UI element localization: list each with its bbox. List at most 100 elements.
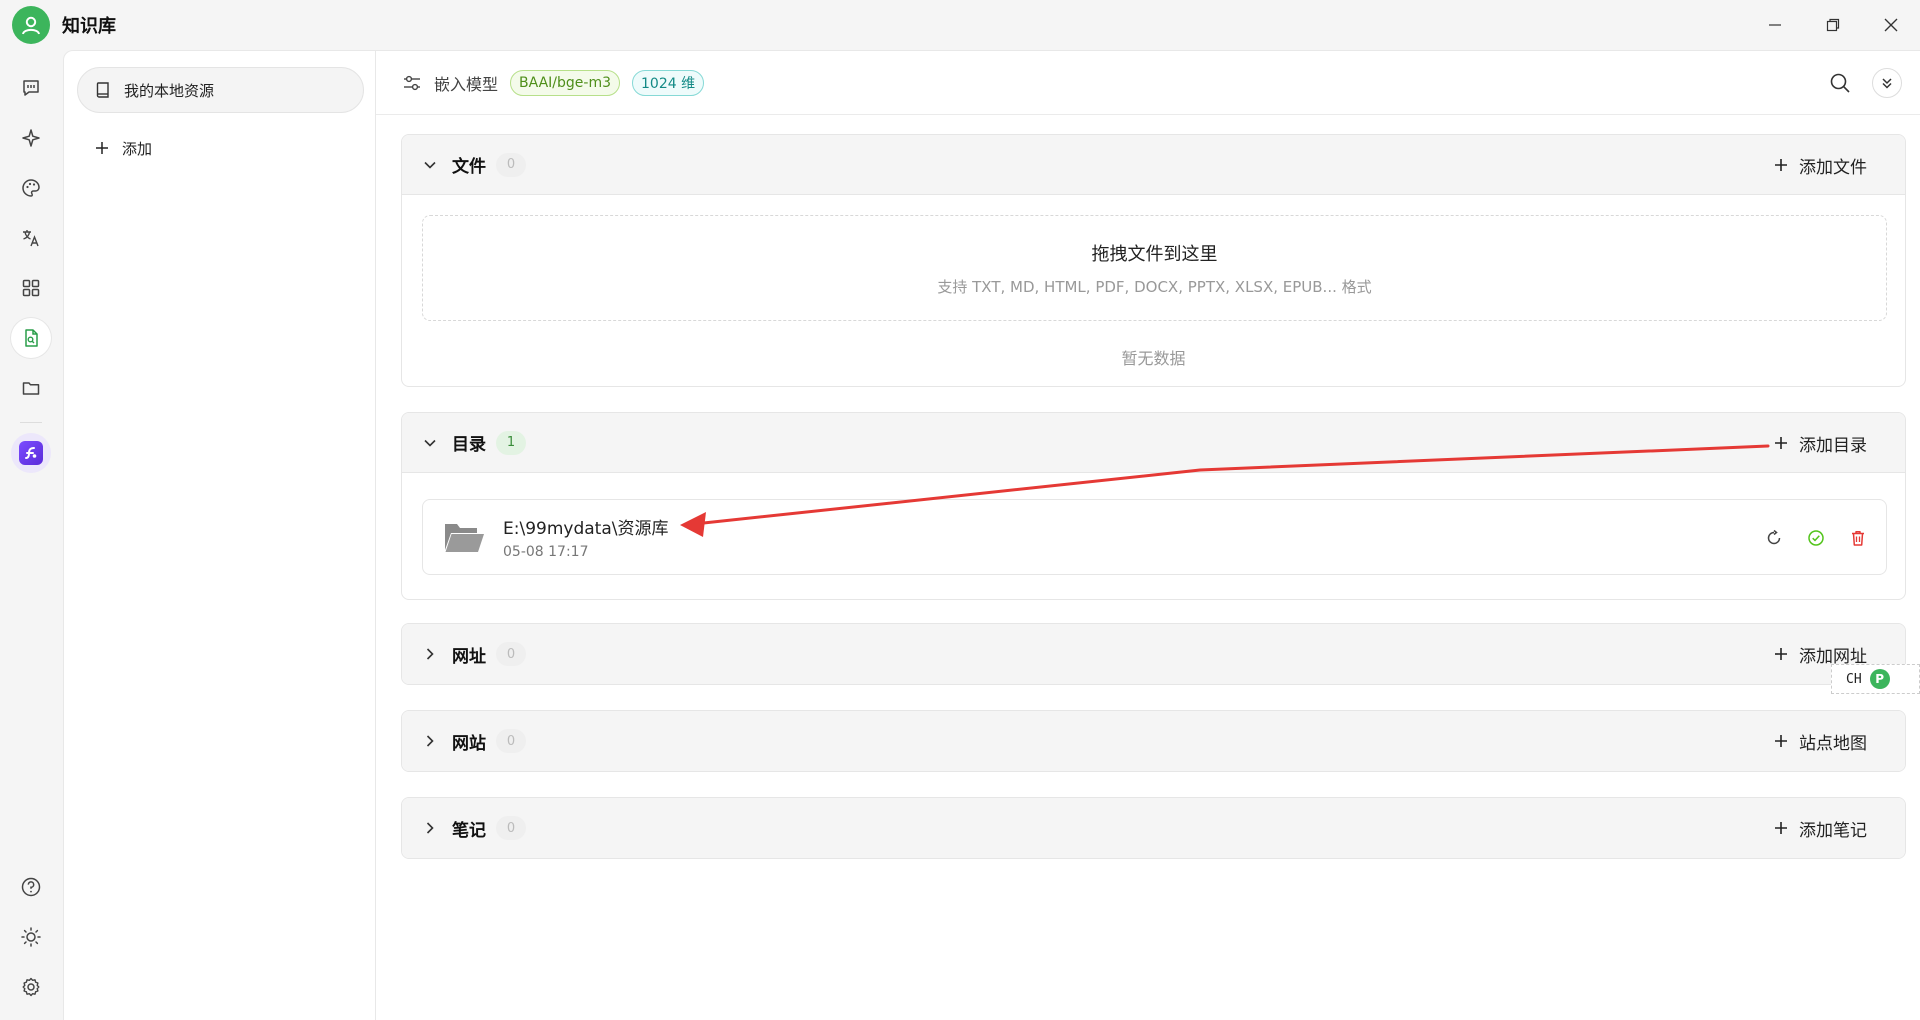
rail-apps-button[interactable]: [11, 268, 51, 308]
notes-section: 笔记 0 添加笔记: [401, 797, 1906, 859]
refresh-button[interactable]: [1760, 524, 1788, 552]
settings-icon: [22, 977, 40, 997]
sparkle-icon: [22, 129, 40, 147]
rail-assistant-button[interactable]: [11, 118, 51, 158]
minimize-button[interactable]: [1746, 0, 1804, 50]
knowledge-sidebar: 我的本地资源 添加: [63, 50, 376, 1020]
directories-section: 目录 1 添加目录 E:\99mydata\资源库 05-08 17:17: [401, 412, 1906, 600]
dropzone-title: 拖拽文件到这里: [1091, 244, 1218, 265]
plus-icon: [1775, 822, 1787, 834]
embedding-dimension-tag: 1024 维: [632, 69, 705, 96]
plus-icon: [1775, 437, 1787, 449]
chevron-right-icon: [422, 733, 438, 749]
add-note-label: 添加笔记: [1799, 820, 1867, 841]
plus-icon: [1775, 735, 1787, 747]
sliders-icon[interactable]: [402, 73, 422, 93]
files-section-header[interactable]: 文件 0 添加文件: [402, 135, 1905, 195]
minimize-icon: [1769, 24, 1781, 26]
translate-icon: [23, 230, 39, 247]
add-file-button[interactable]: 添加文件: [1773, 135, 1867, 195]
rail-paint-button[interactable]: [11, 168, 51, 208]
search-icon: [1830, 73, 1850, 93]
mini-app-logo-icon: [19, 441, 43, 465]
directory-path: E:\99mydata\资源库: [503, 519, 669, 539]
delete-button[interactable]: [1844, 524, 1872, 552]
avatar[interactable]: [12, 6, 50, 44]
ime-indicator[interactable]: CH P: [1831, 664, 1920, 694]
notes-section-title: 笔记: [452, 820, 486, 841]
status-ok-indicator: [1802, 524, 1830, 552]
embedding-model-tag: BAAI/bge-m3: [510, 69, 620, 96]
add-file-label: 添加文件: [1799, 157, 1867, 178]
chat-icon: [23, 80, 39, 96]
files-count-badge: 0: [496, 152, 526, 177]
embedding-model-label: 嵌入模型: [434, 74, 499, 94]
rail-files-button[interactable]: [11, 368, 51, 408]
rail-knowledge-button[interactable]: [11, 318, 51, 358]
kb-item-local-resources[interactable]: 我的本地资源: [77, 67, 364, 113]
sites-section: 网站 0 站点地图: [401, 710, 1906, 772]
rail-translate-button[interactable]: [11, 218, 51, 258]
dropzone-formats: 支持 TXT, MD, HTML, PDF, DOCX, PPTX, XLSX,…: [937, 278, 1372, 296]
chevron-down-icon: [422, 435, 438, 451]
add-url-label: 添加网址: [1799, 646, 1867, 667]
sites-section-title: 网站: [452, 733, 486, 754]
file-dropzone[interactable]: 拖拽文件到这里 支持 TXT, MD, HTML, PDF, DOCX, PPT…: [422, 215, 1887, 321]
ime-mode-text: CH: [1846, 671, 1862, 687]
rail-divider: [20, 422, 42, 423]
notes-section-header[interactable]: 笔记 0 添加笔记: [402, 798, 1905, 858]
open-folder-icon: [445, 524, 484, 552]
urls-section-header[interactable]: 网址 0 添加网址: [402, 624, 1905, 684]
sites-count-badge: 0: [496, 729, 526, 753]
directories-section-title: 目录: [452, 435, 486, 455]
kb-item-label: 我的本地资源: [124, 81, 215, 100]
rail-theme-button[interactable]: [11, 917, 51, 957]
expand-button[interactable]: [1872, 68, 1902, 98]
add-knowledge-base-label: 添加: [122, 139, 153, 158]
rail-chat-button[interactable]: [11, 68, 51, 108]
plus-icon: [1775, 648, 1787, 660]
add-directory-label: 添加目录: [1799, 435, 1867, 456]
directory-timestamp: 05-08 17:17: [503, 544, 589, 560]
files-section: 文件 0 添加文件 拖拽文件到这里 支持 TXT, MD, HTML, PDF,…: [401, 134, 1906, 387]
add-note-button[interactable]: 添加笔记: [1773, 798, 1867, 858]
close-button[interactable]: [1862, 0, 1920, 50]
chevron-down-icon: [422, 157, 438, 173]
directories-section-header[interactable]: 目录 1 添加目录: [402, 413, 1905, 473]
sitemap-button[interactable]: 站点地图: [1773, 711, 1867, 771]
rail-mini-app-button[interactable]: [11, 433, 51, 473]
main-header: 嵌入模型 BAAI/bge-m3 1024 维: [376, 51, 1920, 115]
restore-button[interactable]: [1804, 0, 1862, 50]
rail-settings-button[interactable]: [11, 967, 51, 1007]
book-icon: [96, 82, 109, 98]
add-knowledge-base-button[interactable]: 添加: [94, 133, 152, 163]
app-title: 知识库: [62, 16, 116, 37]
directories-count-badge: 1: [496, 430, 526, 455]
add-directory-button[interactable]: 添加目录: [1773, 413, 1867, 473]
notes-count-badge: 0: [496, 816, 526, 840]
apps-grid-icon: [22, 279, 40, 297]
knowledge-base-icon: [25, 329, 38, 347]
rail-help-button[interactable]: [11, 867, 51, 907]
chevron-right-icon: [422, 820, 438, 836]
chevron-right-icon: [422, 646, 438, 662]
files-section-title: 文件: [452, 157, 486, 177]
restore-icon: [1826, 18, 1840, 32]
sites-section-header[interactable]: 网站 0 站点地图: [402, 711, 1905, 771]
palette-icon: [22, 179, 40, 197]
icon-rail: [0, 50, 63, 1020]
refresh-icon: [1767, 529, 1781, 545]
folder-icon: [22, 382, 40, 395]
directory-item[interactable]: E:\99mydata\资源库 05-08 17:17: [422, 499, 1887, 575]
urls-count-badge: 0: [496, 642, 526, 666]
check-circle-icon: [1808, 530, 1824, 546]
close-icon: [1884, 18, 1898, 32]
sitemap-label: 站点地图: [1799, 733, 1867, 754]
urls-section: 网址 0 添加网址: [401, 623, 1906, 685]
trash-icon: [1852, 531, 1864, 546]
brightness-icon: [21, 927, 41, 947]
main-panel: 嵌入模型 BAAI/bge-m3 1024 维 文件 0 添加文件 拖拽文件到这…: [376, 50, 1920, 1020]
search-button[interactable]: [1824, 67, 1856, 99]
plus-icon: [96, 142, 108, 154]
ime-logo-icon: P: [1869, 669, 1890, 689]
